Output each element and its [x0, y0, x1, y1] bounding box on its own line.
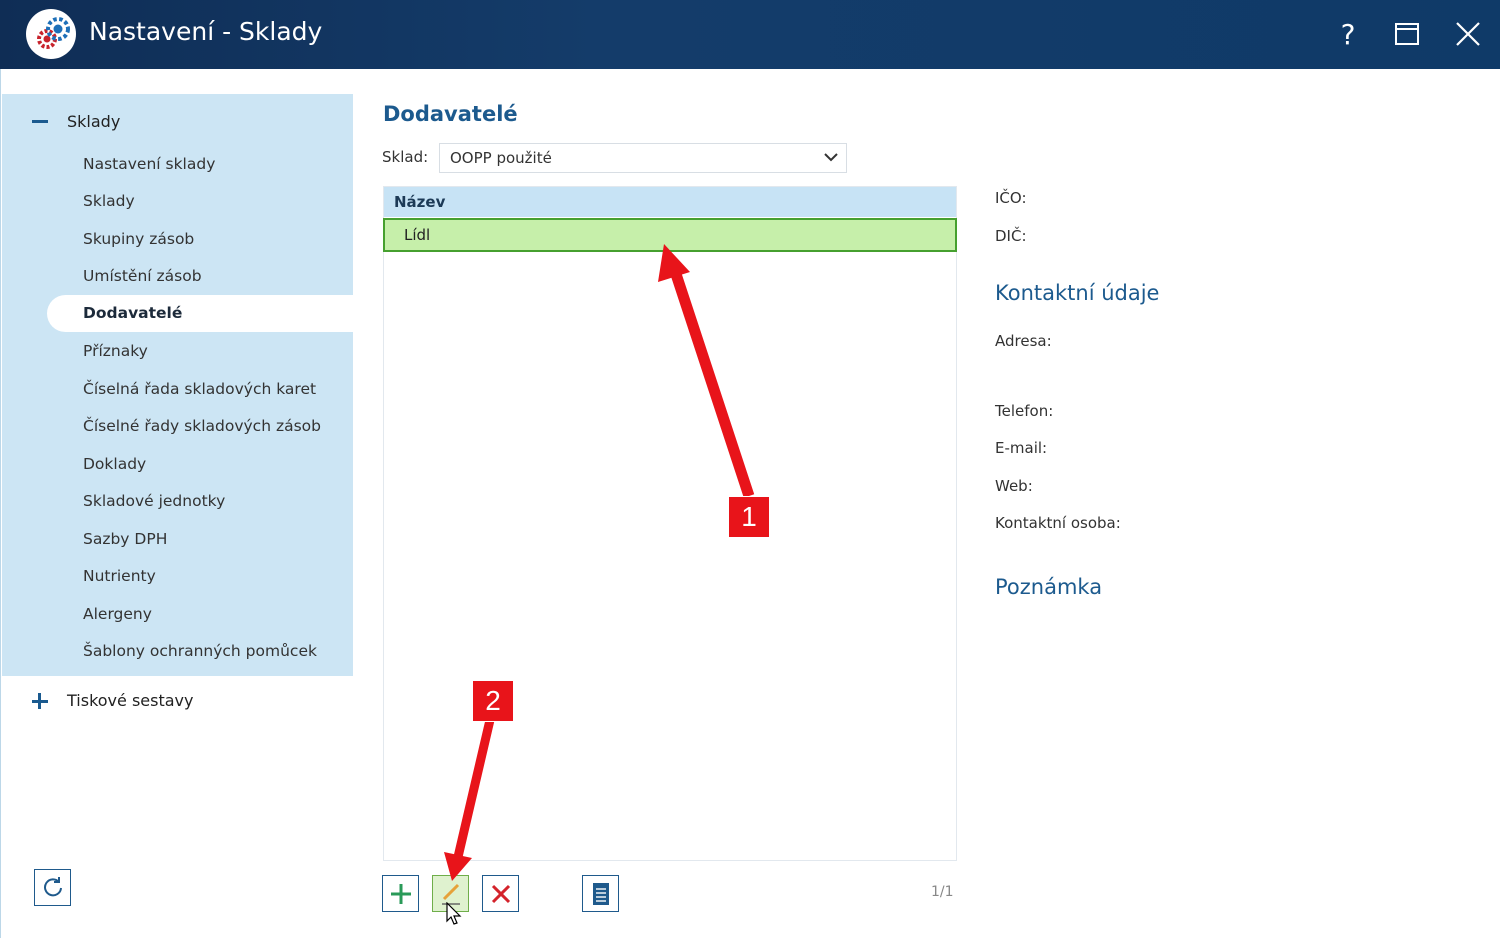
- add-button[interactable]: [382, 875, 419, 912]
- sidebar-item-sklady[interactable]: Sklady: [83, 186, 135, 216]
- sklad-label: Sklad:: [382, 148, 429, 166]
- sidebar-item-nastaveni-skladu[interactable]: Nastavení sklady: [83, 149, 215, 179]
- table-cell-name: Lídl: [404, 226, 431, 244]
- chevron-down-icon: [824, 153, 838, 162]
- close-icon: [1456, 22, 1480, 46]
- sidebar-group-label: Sklady: [67, 111, 121, 131]
- contact-heading: Kontaktní údaje: [995, 281, 1160, 305]
- table-row[interactable]: Lídl: [383, 218, 957, 252]
- detail-button[interactable]: [582, 875, 619, 912]
- page-title: Dodavatelé: [383, 102, 518, 126]
- annotation-badge-2: 2: [472, 680, 514, 722]
- sidebar-item-umisteni-zasob[interactable]: Umístění zásob: [83, 261, 202, 291]
- sklad-select[interactable]: OOPP použité: [439, 143, 847, 173]
- mouse-cursor-icon: [446, 902, 462, 925]
- contact-person-label: Kontaktní osoba:: [995, 514, 1121, 532]
- help-button[interactable]: ?: [1328, 14, 1368, 54]
- sidebar-item-dodavatele[interactable]: Dodavatelé: [47, 295, 353, 332]
- pager: 1/1: [931, 884, 954, 900]
- close-button[interactable]: [1448, 14, 1488, 54]
- sidebar-item-alergeny[interactable]: Alergeny: [83, 599, 152, 629]
- sidebar-item-sazby-dph[interactable]: Sazby DPH: [83, 524, 167, 554]
- sidebar-group-label: Tiskové sestavy: [67, 691, 194, 710]
- title-bar: Nastavení - Sklady ?: [0, 0, 1500, 69]
- sidebar-item-priznaky[interactable]: Příznaky: [83, 336, 148, 366]
- delete-button[interactable]: [482, 875, 519, 912]
- ico-label: IČO:: [995, 189, 1027, 207]
- grid-header[interactable]: Název: [384, 187, 956, 217]
- add-icon: [390, 883, 411, 904]
- column-header-nazev[interactable]: Název: [394, 193, 445, 211]
- maximize-icon: [1395, 23, 1419, 45]
- sidebar-item-ciselne-rady-zasob[interactable]: Číselné řady skladových zásob: [83, 411, 321, 441]
- delete-x-icon: [491, 884, 510, 903]
- sidebar-item-sablony-pomucek[interactable]: Šablony ochranných pomůcek: [83, 636, 317, 666]
- sklad-select-value: OOPP použité: [450, 149, 552, 167]
- sidebar-item-skladove-jednotky[interactable]: Skladové jednotky: [83, 486, 225, 516]
- minus-icon[interactable]: [31, 112, 49, 130]
- refresh-icon: [43, 876, 62, 896]
- note-heading: Poznámka: [995, 575, 1103, 599]
- sidebar-item-skupiny-zasob[interactable]: Skupiny zásob: [83, 224, 194, 254]
- sidebar-item-nutrienty[interactable]: Nutrienty: [83, 561, 156, 591]
- refresh-button[interactable]: [34, 869, 71, 906]
- annotation-badge-1: 1: [728, 496, 770, 538]
- address-label: Adresa:: [995, 332, 1052, 350]
- phone-label: Telefon:: [995, 402, 1054, 420]
- dic-label: DIČ:: [995, 227, 1027, 245]
- app-gears-icon: [26, 9, 76, 59]
- web-label: Web:: [995, 477, 1033, 495]
- plus-icon[interactable]: [31, 692, 49, 710]
- sidebar-item-ciselna-rada-karet[interactable]: Číselná řada skladových karet: [83, 374, 316, 404]
- sidebar-item-doklady[interactable]: Doklady: [83, 449, 146, 479]
- maximize-button[interactable]: [1387, 14, 1427, 54]
- sidebar: Sklady Nastavení sklady Sklady Skupiny z…: [0, 69, 353, 938]
- suppliers-grid: Název Lídl: [383, 186, 957, 861]
- window-title: Nastavení - Sklady: [89, 17, 323, 46]
- document-icon: [592, 882, 609, 905]
- email-label: E-mail:: [995, 439, 1048, 457]
- sidebar-group-tiskove-sestavy[interactable]: Tiskové sestavy: [31, 691, 193, 710]
- sidebar-group-sklady-header[interactable]: Sklady: [31, 109, 120, 133]
